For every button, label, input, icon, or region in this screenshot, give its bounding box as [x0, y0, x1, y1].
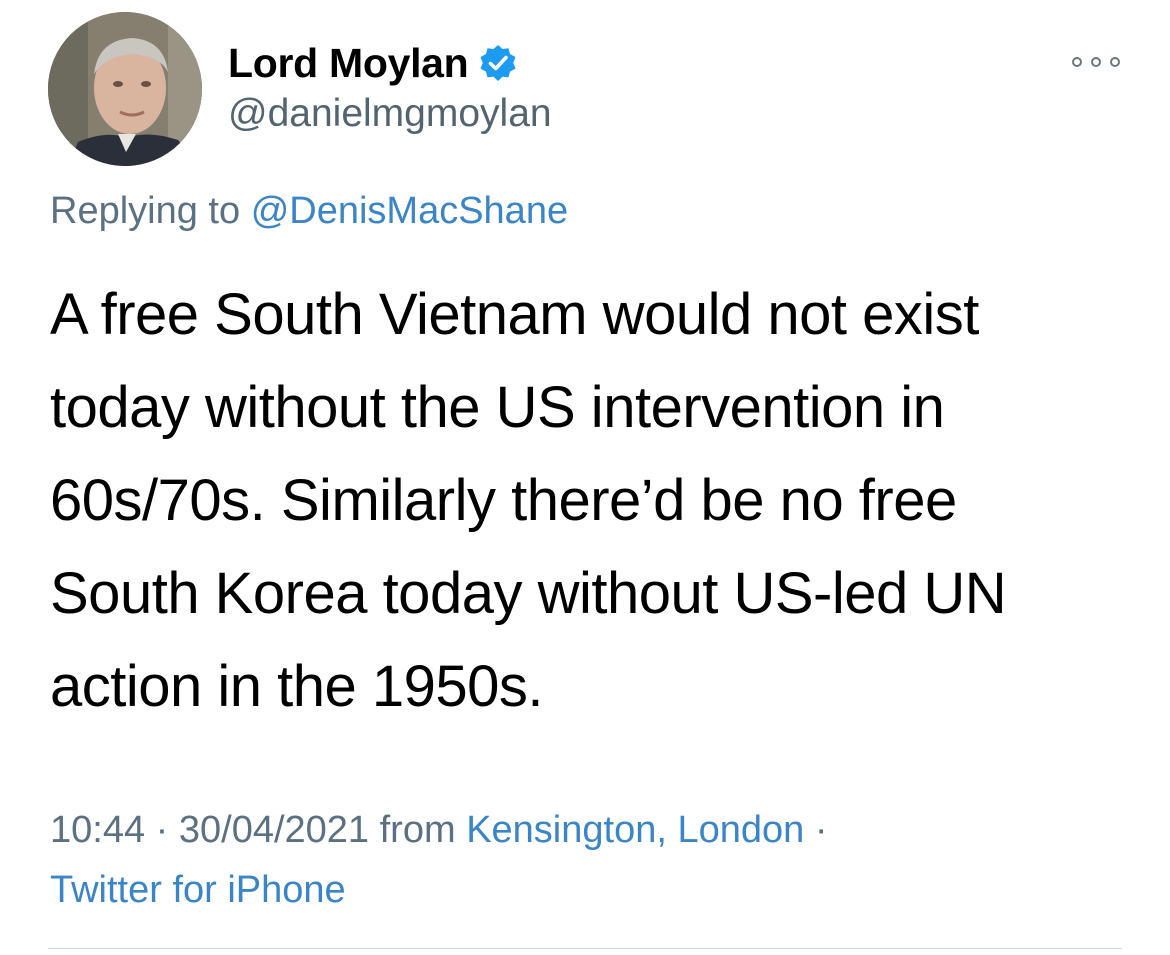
- tweet-text-line: South Korea today without US-led UN: [50, 561, 1007, 626]
- more-horizontal-icon: [1110, 57, 1120, 67]
- meta-separator: ·: [155, 809, 169, 851]
- author-name-row[interactable]: Lord Moylan: [228, 38, 518, 88]
- divider: [48, 948, 1122, 949]
- tweet-metadata-line-2: Twitter for iPhone: [50, 860, 1130, 920]
- replying-to-line: Replying to @DenisMacShane: [50, 190, 568, 233]
- tweet-text-line: A free South Vietnam would not exist: [50, 282, 979, 347]
- more-horizontal-icon: [1072, 57, 1082, 67]
- tweet-date[interactable]: 30/04/2021: [179, 809, 369, 851]
- tweet-source-link[interactable]: Twitter for iPhone: [50, 869, 346, 911]
- from-label: from: [379, 809, 456, 851]
- verified-badge-icon: [478, 43, 518, 83]
- author-display-name[interactable]: Lord Moylan: [228, 40, 469, 87]
- tweet-text: A free South Vietnam would not exist tod…: [50, 268, 1140, 733]
- more-options-button[interactable]: [1072, 50, 1120, 74]
- tweet-text-line: today without the US intervention in: [50, 375, 945, 440]
- profile-photo-icon: [48, 12, 202, 166]
- tweet-location-link[interactable]: Kensington, London: [466, 809, 804, 851]
- tweet-text-line: action in the 1950s.: [50, 654, 544, 719]
- replying-to-label: Replying to: [50, 190, 241, 232]
- reply-mention-link[interactable]: @DenisMacShane: [251, 190, 568, 232]
- tweet-text-line: 60s/70s. Similarly there’d be no free: [50, 468, 957, 533]
- more-horizontal-icon: [1091, 57, 1101, 67]
- author-handle[interactable]: @danielmgmoylan: [228, 92, 552, 136]
- tweet-metadata: 10:44 · 30/04/2021 from Kensington, Lond…: [50, 800, 1130, 920]
- tweet-time[interactable]: 10:44: [50, 809, 145, 851]
- author-avatar[interactable]: [48, 12, 202, 166]
- tweet-metadata-line-1: 10:44 · 30/04/2021 from Kensington, Lond…: [50, 800, 1130, 860]
- meta-separator: ·: [814, 809, 828, 851]
